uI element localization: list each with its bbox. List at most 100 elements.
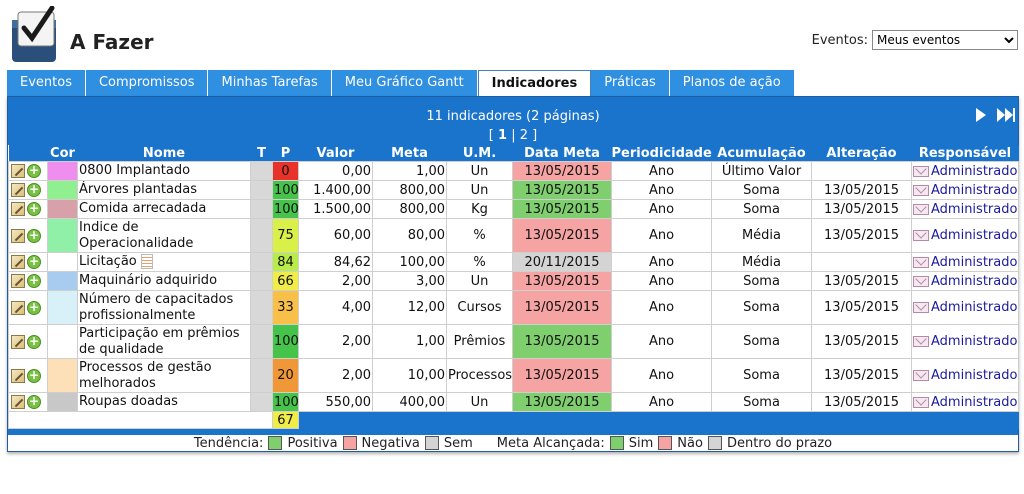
edit-icon[interactable] (11, 183, 25, 197)
col-cor[interactable]: Cor (47, 145, 78, 162)
indicator-name-cell[interactable]: Licitação (77, 252, 251, 272)
mail-icon[interactable] (913, 302, 929, 313)
add-icon[interactable]: + (27, 368, 41, 383)
table-row[interactable]: + Roupas doadas 100 550,00 400,00 Un 13/05/201… (8, 392, 1019, 412)
indicator-name-cell[interactable]: Indice de Operacionalidade (77, 218, 251, 253)
add-icon[interactable]: + (27, 300, 41, 315)
col-p[interactable]: P (272, 145, 299, 162)
indicator-name[interactable]: Licitação (79, 254, 137, 269)
tab-compromissos[interactable]: Compromissos (85, 70, 209, 96)
tab-pr-ticas[interactable]: Práticas (591, 70, 670, 96)
responsavel-name[interactable]: Administrador (931, 202, 1018, 217)
mail-icon[interactable] (913, 275, 929, 287)
col-meta[interactable]: Meta (372, 145, 447, 162)
mail-icon[interactable] (913, 203, 929, 215)
mail-icon[interactable] (913, 165, 929, 177)
responsavel-cell[interactable]: Administrador (911, 290, 1019, 325)
events-select[interactable]: Meus eventos (872, 30, 1018, 50)
table-row[interactable]: + Número de capacitados profissionalmente… (8, 290, 1019, 325)
responsavel-cell[interactable]: Administrador (911, 218, 1019, 253)
last-page-icon[interactable] (996, 107, 1016, 123)
edit-icon[interactable] (11, 395, 25, 409)
indicator-name-cell[interactable]: Participação em prêmios de qualidade (77, 324, 251, 359)
indicator-name-cell[interactable]: Maquinário adquirido (77, 271, 251, 291)
col-acumulacao[interactable]: Acumulação (711, 145, 812, 162)
table-row[interactable]: + Licitação 84 84,62 100,00% 20/11/2015 Ano Méd… (8, 252, 1019, 272)
indicator-name[interactable]: Árvores plantadas (79, 182, 197, 197)
indicator-name-cell[interactable]: Roupas doadas (77, 392, 251, 412)
responsavel-name[interactable]: Administrador (931, 368, 1018, 383)
document-icon[interactable] (140, 254, 153, 269)
table-row[interactable]: + Comida arrecadada 100 1.500,00 800,00 Kg 13/… (8, 199, 1019, 219)
indicator-name-cell[interactable]: Árvores plantadas (77, 180, 251, 200)
indicator-name[interactable]: Indice de Operacionalidade (79, 220, 193, 251)
indicator-name[interactable]: 0800 Implantado (79, 163, 190, 178)
responsavel-name[interactable]: Administrador (931, 255, 1018, 270)
edit-icon[interactable] (11, 255, 25, 269)
table-row[interactable]: + Árvores plantadas 100 1.400,00 800,00 Un 13/… (8, 180, 1019, 200)
edit-icon[interactable] (11, 300, 25, 315)
col-alteracao[interactable]: Alteração (811, 145, 912, 162)
table-row[interactable]: + Processos de gestão melhorados 20 2,00 10,… (8, 358, 1019, 393)
tab-minhas-tarefas[interactable]: Minhas Tarefas (208, 70, 332, 96)
add-icon[interactable]: + (27, 228, 41, 243)
indicator-name[interactable]: Processos de gestão melhorados (79, 360, 212, 391)
page-link-2[interactable]: 2 (520, 128, 528, 143)
mail-icon[interactable] (913, 336, 929, 347)
indicator-name-cell[interactable]: 0800 Implantado (77, 161, 251, 181)
mail-icon[interactable] (913, 184, 929, 196)
responsavel-cell[interactable]: Administrador (911, 324, 1019, 359)
indicator-name[interactable]: Maquinário adquirido (79, 273, 217, 288)
table-row[interactable]: +0800 Implantado 0 0,00 1,00 Un 13/05/2015 Ano… (8, 161, 1019, 181)
col-t[interactable]: T (250, 145, 273, 162)
responsavel-cell[interactable]: Administrador (911, 271, 1019, 291)
indicator-name[interactable]: Participação em prêmios de qualidade (79, 326, 240, 357)
responsavel-name[interactable]: Administrador (931, 300, 1018, 315)
responsavel-name[interactable]: Administrador (931, 228, 1018, 243)
responsavel-name[interactable]: Administrador (931, 395, 1018, 410)
responsavel-cell[interactable]: Administrador (911, 199, 1019, 219)
indicator-name-cell[interactable]: Comida arrecadada (77, 199, 251, 219)
indicator-name[interactable]: Comida arrecadada (79, 201, 206, 216)
edit-icon[interactable] (11, 334, 25, 349)
next-page-icon[interactable] (974, 107, 988, 123)
col-um[interactable]: U.M. (446, 145, 513, 162)
edit-icon[interactable] (11, 228, 25, 243)
mail-icon[interactable] (913, 396, 929, 408)
indicator-name[interactable]: Número de capacitados profissionalmente (79, 292, 233, 323)
mail-icon[interactable] (913, 230, 929, 241)
add-icon[interactable]: + (27, 395, 41, 409)
tab-indicadores[interactable]: Indicadores (477, 70, 592, 96)
responsavel-cell[interactable]: Administrador (911, 161, 1019, 181)
responsavel-cell[interactable]: Administrador (911, 252, 1019, 272)
edit-icon[interactable] (11, 164, 25, 178)
indicator-name-cell[interactable]: Processos de gestão melhorados (77, 358, 251, 393)
mail-icon[interactable] (913, 256, 929, 268)
add-icon[interactable]: + (27, 274, 41, 288)
responsavel-name[interactable]: Administrador (931, 164, 1018, 179)
indicator-name-cell[interactable]: Número de capacitados profissionalmente (77, 290, 251, 325)
responsavel-name[interactable]: Administrador (931, 274, 1018, 289)
table-row[interactable]: + Indice de Operacionalidade 75 60,00 80,00%… (8, 218, 1019, 253)
table-row[interactable]: + Participação em prêmios de qualidade 100… (8, 324, 1019, 359)
responsavel-cell[interactable]: Administrador (911, 180, 1019, 200)
responsavel-name[interactable]: Administrador (931, 183, 1018, 198)
edit-icon[interactable] (11, 274, 25, 288)
add-icon[interactable]: + (27, 202, 41, 216)
responsavel-cell[interactable]: Administrador (911, 358, 1019, 393)
responsavel-name[interactable]: Administrador (931, 334, 1018, 349)
edit-icon[interactable] (11, 368, 25, 383)
table-row[interactable]: + Maquinário adquirido 66 2,00 3,00 Un 13/05/2… (8, 271, 1019, 291)
tab-planos-de-a-o[interactable]: Planos de ação (669, 70, 795, 96)
add-icon[interactable]: + (27, 334, 41, 349)
indicator-name[interactable]: Roupas doadas (79, 394, 178, 409)
tab-eventos[interactable]: Eventos (7, 70, 86, 96)
add-icon[interactable]: + (27, 255, 41, 269)
edit-icon[interactable] (11, 202, 25, 216)
col-responsavel[interactable]: Responsável (911, 145, 1019, 162)
col-valor[interactable]: Valor (298, 145, 373, 162)
add-icon[interactable]: + (27, 183, 41, 197)
tab-meu-gr-fico-gantt[interactable]: Meu Gráfico Gantt (331, 70, 478, 96)
col-data-meta[interactable]: Data Meta (512, 145, 612, 162)
mail-icon[interactable] (913, 370, 929, 381)
